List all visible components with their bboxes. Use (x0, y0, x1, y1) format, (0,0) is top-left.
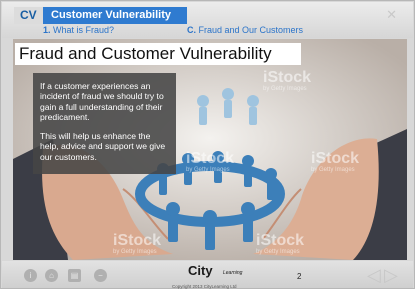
watermark: iStock by Getty Images (311, 151, 359, 174)
watermark-brand: iStock (256, 232, 305, 249)
course-player-window: CV Customer Vulnerability 1. What is Fra… (0, 0, 415, 289)
module-code: CV (14, 7, 43, 24)
watermark-brand: iStock (263, 69, 312, 86)
nav-number: 1. (43, 25, 51, 35)
watermark-by: by Getty Images (186, 167, 230, 173)
watermark-by: by Getty Images (256, 249, 300, 255)
minus-icon[interactable]: − (94, 269, 107, 282)
watermark: iStock by Getty Images (263, 70, 311, 93)
document-icon[interactable]: ▤ (68, 269, 81, 282)
watermark: iStock by Getty Images (256, 233, 304, 256)
logo-text: City (188, 263, 213, 278)
watermark: iStock by Getty Images (113, 233, 161, 256)
next-arrow-icon[interactable]: ▷ (384, 266, 398, 284)
slide-title: Fraud and Customer Vulnerability (15, 43, 301, 65)
prev-arrow-icon[interactable]: ◁ (367, 266, 381, 284)
watermark-by: by Getty Images (311, 167, 355, 173)
nav-label: Fraud and Our Customers (198, 25, 304, 35)
watermark-brand: iStock (311, 150, 360, 167)
city-learning-logo: City Learning (188, 264, 248, 286)
watermark-brand: iStock (113, 232, 162, 249)
info-panel: If a customer experiences an incident of… (33, 73, 176, 174)
nav-number: C. (187, 25, 196, 35)
nav-label: What is Fraud? (53, 25, 115, 35)
home-icon[interactable]: ⌂ (45, 269, 58, 282)
watermark: iStock by Getty Images (186, 151, 234, 174)
nav-link-what-is-fraud[interactable]: 1. What is Fraud? (43, 25, 114, 35)
watermark-by: by Getty Images (113, 249, 157, 255)
header-bar: CV Customer Vulnerability 1. What is Fra… (2, 2, 413, 38)
watermark-brand: iStock (186, 150, 235, 167)
info-icon[interactable]: i (24, 269, 37, 282)
page-number: 2 (297, 272, 302, 281)
module-title: Customer Vulnerability (43, 7, 187, 24)
watermark-by: by Getty Images (263, 86, 307, 92)
copyright-text: Copyright 2013 CityLearning Ltd (172, 284, 237, 289)
logo-subtext: Learning (223, 270, 243, 276)
info-paragraph: This will help us enhance the help, advi… (40, 131, 166, 162)
close-icon[interactable]: ✕ (386, 8, 397, 21)
nav-link-fraud-and-customers[interactable]: C. Fraud and Our Customers (187, 25, 303, 35)
info-paragraph: If a customer experiences an incident of… (40, 81, 164, 122)
